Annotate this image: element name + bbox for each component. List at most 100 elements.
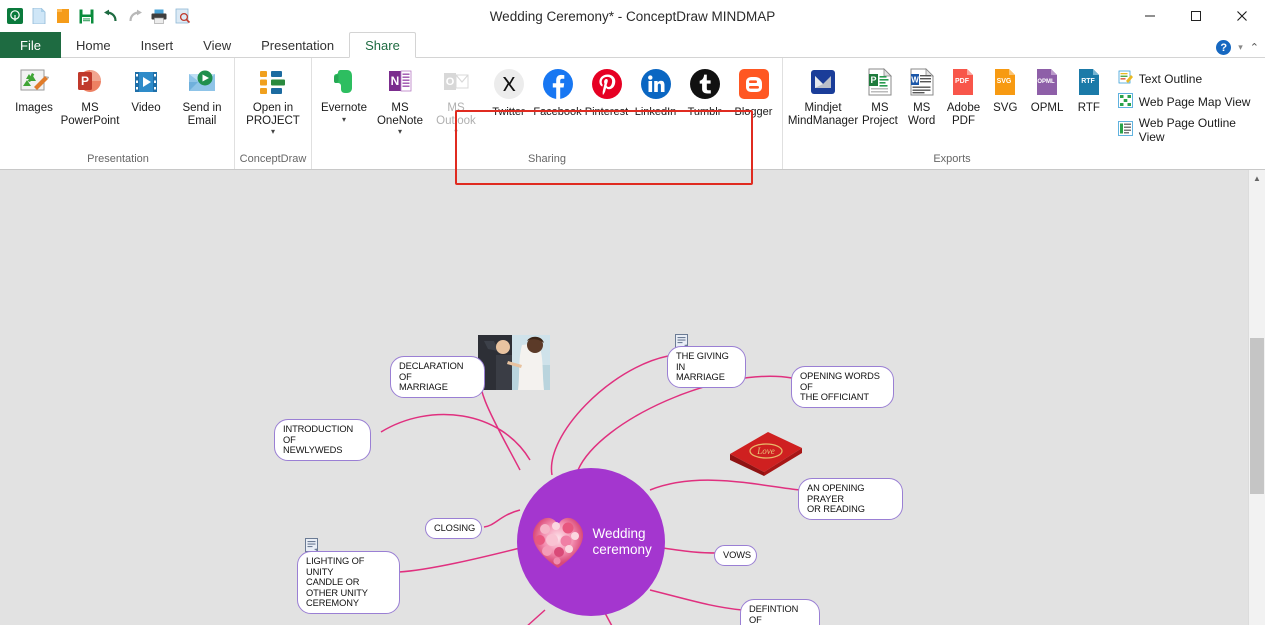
ms-onenote-button[interactable]: N MS OneNote ▾ <box>372 63 428 136</box>
print-preview-icon[interactable] <box>174 8 191 25</box>
topic-vows[interactable]: VOWS <box>714 545 757 566</box>
chevron-down-icon[interactable]: ▾ <box>271 127 275 136</box>
evernote-button[interactable]: Evernote ▾ <box>316 63 372 124</box>
evernote-label: Evernote <box>320 102 368 114</box>
web-page-map-view-button[interactable]: Web Page Map View <box>1116 92 1261 112</box>
ribbon: Images P MS PowerPoint Video Send in Ema… <box>0 58 1265 185</box>
facebook-icon <box>542 65 574 103</box>
mindmap-canvas[interactable]: Wedding ceremony Love DECLARATION OF MAR… <box>0 170 1248 625</box>
ms-onenote-label: MS OneNote <box>376 102 424 127</box>
topic-lighting-of-unity-candle[interactable]: LIGHTING OF UNITY CANDLE OR OTHER UNITY … <box>297 551 400 614</box>
topic-definition-of-marriage[interactable]: DEFINTION OF MARRIAGE <box>740 599 820 625</box>
twitter-x-icon <box>493 65 525 103</box>
app-logo-icon[interactable] <box>6 8 23 25</box>
facebook-button[interactable]: Facebook <box>533 63 582 118</box>
topic-an-opening-prayer-or-reading[interactable]: AN OPENING PRAYER OR READING <box>798 478 903 520</box>
svg-export-label: SVG <box>993 102 1018 114</box>
evernote-icon <box>329 65 359 99</box>
scrollbar-thumb[interactable] <box>1250 338 1264 494</box>
opml-file-icon: OPML <box>1034 65 1060 99</box>
svg-text:N: N <box>391 74 400 88</box>
svg-text:OPML: OPML <box>1037 79 1055 85</box>
send-in-email-button[interactable]: Send in Email <box>174 63 230 127</box>
tab-insert[interactable]: Insert <box>126 32 189 58</box>
adobe-pdf-export-button[interactable]: PDF Adobe PDF <box>943 63 985 127</box>
blogger-button[interactable]: Blogger <box>729 63 778 118</box>
vertical-scrollbar[interactable]: ▲ ▼ <box>1248 170 1265 625</box>
tab-presentation[interactable]: Presentation <box>246 32 349 58</box>
ms-powerpoint-button[interactable]: P MS PowerPoint <box>60 63 120 127</box>
web-page-map-view-label: Web Page Map View <box>1138 95 1251 109</box>
print-icon[interactable] <box>150 8 167 25</box>
tab-share[interactable]: Share <box>349 32 416 58</box>
ms-project-export-button[interactable]: P MS Project <box>859 63 901 127</box>
open-in-project-button[interactable]: Open in PROJECT ▾ <box>239 63 307 136</box>
linkedin-button[interactable]: LinkedIn <box>631 63 680 118</box>
tumblr-label: Tumblr <box>687 106 722 118</box>
ms-outlook-button: O MS Outlook ▾ <box>428 63 484 136</box>
rtf-export-button[interactable]: RTF RTF <box>1068 63 1110 115</box>
svg-file-icon: SVG <box>992 65 1018 99</box>
minimize-button[interactable] <box>1127 0 1173 32</box>
mindjet-mindmanager-label: Mindjet MindManager <box>787 102 859 127</box>
ribbon-collapse-icon[interactable]: ⌃ <box>1250 41 1259 54</box>
linkedin-label: LinkedIn <box>634 106 677 118</box>
web-map-view-icon <box>1117 93 1133 111</box>
pinterest-button[interactable]: Pinterest <box>582 63 631 118</box>
red-card-image[interactable]: Love <box>724 428 806 476</box>
images-label: Images <box>15 102 53 114</box>
ms-powerpoint-label: MS PowerPoint <box>60 102 120 127</box>
redo-icon[interactable] <box>126 8 143 25</box>
rtf-export-label: RTF <box>1077 102 1100 114</box>
topic-introduction-of-newlyweds[interactable]: INTRODUCTION OF NEWLYWEDS <box>274 419 371 461</box>
topic-declaration-of-marriage[interactable]: DECLARATION OF MARRIAGE <box>390 356 485 398</box>
blogger-label: Blogger <box>734 106 773 118</box>
open-folder-icon[interactable] <box>54 8 71 25</box>
ribbon-tab-bar: File Home Insert View Presentation Share… <box>0 32 1265 58</box>
tab-view[interactable]: View <box>188 32 246 58</box>
maximize-button[interactable] <box>1173 0 1219 32</box>
undo-icon[interactable] <box>102 8 119 25</box>
text-outline-button[interactable]: Text Outline <box>1116 69 1261 89</box>
tumblr-button[interactable]: Tumblr <box>680 63 729 118</box>
help-icon[interactable]: ? <box>1216 40 1232 55</box>
svg-text:Love: Love <box>756 446 775 456</box>
chevron-down-icon[interactable]: ▾ <box>342 115 346 124</box>
powerpoint-icon: P <box>75 65 105 99</box>
ms-word-file-icon: W <box>909 65 935 99</box>
topic-opening-words-of-the-officiant[interactable]: OPENING WORDS OF THE OFFICIANT <box>791 366 894 408</box>
chevron-down-icon[interactable]: ▾ <box>398 127 402 136</box>
web-outline-view-icon <box>1117 121 1133 139</box>
twitter-button[interactable]: Twitter <box>484 63 533 118</box>
ribbon-options-caret-icon[interactable]: ▾ <box>1238 42 1243 53</box>
svg-text:PDF: PDF <box>955 78 970 85</box>
close-button[interactable] <box>1219 0 1265 32</box>
pinterest-icon <box>591 65 623 103</box>
images-button[interactable]: Images <box>6 63 62 115</box>
save-icon[interactable] <box>78 8 95 25</box>
outlook-icon: O <box>441 65 471 99</box>
ms-project-file-icon: P <box>867 65 893 99</box>
ms-word-export-button[interactable]: W MS Word <box>901 63 943 127</box>
note-icon[interactable] <box>305 538 318 552</box>
mindjet-mindmanager-button[interactable]: Mindjet MindManager <box>787 63 859 127</box>
onenote-icon: N <box>385 65 415 99</box>
svg-text:P: P <box>870 75 876 85</box>
project-icon <box>258 65 288 99</box>
group-label-exports: Exports <box>933 153 971 165</box>
wedding-couple-image[interactable] <box>478 335 550 390</box>
tab-home[interactable]: Home <box>61 32 126 58</box>
video-button[interactable]: Video <box>118 63 174 115</box>
new-document-icon[interactable] <box>30 8 47 25</box>
tab-file[interactable]: File <box>0 32 61 58</box>
central-topic[interactable]: Wedding ceremony <box>517 468 665 616</box>
facebook-label: Facebook <box>533 106 582 118</box>
web-page-outline-view-button[interactable]: Web Page Outline View <box>1116 115 1261 145</box>
opml-export-button[interactable]: OPML OPML <box>1026 63 1068 115</box>
topic-closing[interactable]: CLOSING <box>425 518 482 539</box>
title-bar: Wedding Ceremony* - ConceptDraw MINDMAP <box>0 0 1265 32</box>
svg-export-button[interactable]: SVG SVG <box>984 63 1026 115</box>
scroll-up-arrow-icon[interactable]: ▲ <box>1249 170 1265 187</box>
topic-the-giving-in-marriage[interactable]: THE GIVING IN MARRIAGE <box>667 346 746 388</box>
chevron-down-icon: ▾ <box>453 127 458 136</box>
